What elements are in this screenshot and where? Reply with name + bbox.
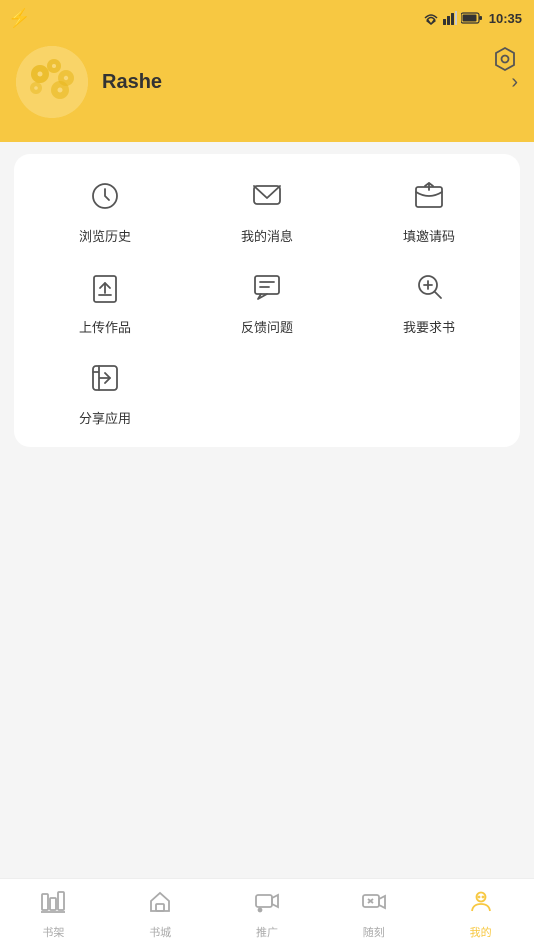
hexagon-settings-icon (492, 46, 518, 72)
battery-icon (461, 12, 483, 24)
menu-label-browse-history: 浏览历史 (79, 226, 131, 245)
bolt-icon: ⚡ (8, 8, 30, 29)
upload-icon (83, 265, 127, 309)
content-card: 浏览历史 我的消息 填邀请码 (14, 154, 520, 447)
menu-item-invite-code[interactable]: 填邀请码 (348, 174, 510, 245)
promote-nav-icon (254, 890, 280, 920)
message-icon (245, 174, 289, 218)
status-right: 10:35 (423, 11, 522, 26)
nav-item-bookshelf[interactable]: 书架 (0, 890, 107, 940)
menu-item-browse-history[interactable]: 浏览历史 (24, 174, 186, 245)
menu-item-messages[interactable]: 我的消息 (186, 174, 348, 245)
menu-item-request-book[interactable]: 我要求书 (348, 265, 510, 336)
signal-icon (443, 11, 457, 25)
nav-item-promote[interactable]: 推广 (214, 890, 321, 940)
menu-label-upload: 上传作品 (79, 317, 131, 336)
wifi-icon (423, 11, 439, 25)
username[interactable]: Rashe (102, 71, 162, 94)
nav-item-mine[interactable]: 我的 (427, 890, 534, 940)
menu-label-invite-code: 填邀请码 (403, 226, 455, 245)
status-bar: ⚡ 10:35 (0, 0, 534, 36)
bottom-nav: 书架 书城 推广 (0, 878, 534, 950)
avatar-illustration (16, 46, 88, 118)
nav-label-bookshelf: 书架 (42, 924, 64, 940)
feedback-icon (245, 265, 289, 309)
settings-icon[interactable] (492, 46, 518, 78)
menu-label-messages: 我的消息 (241, 226, 293, 245)
nav-item-bookstore[interactable]: 书城 (107, 890, 214, 940)
menu-item-feedback[interactable]: 反馈问题 (186, 265, 348, 336)
menu-label-share: 分享应用 (79, 408, 131, 427)
nav-label-bookstore: 书城 (149, 924, 171, 940)
nav-label-moments: 随刻 (363, 924, 385, 940)
header-left[interactable]: Rashe (16, 46, 162, 118)
nav-label-mine: 我的 (470, 924, 492, 940)
menu-grid: 浏览历史 我的消息 填邀请码 (24, 174, 510, 427)
nav-label-promote: 推广 (256, 924, 278, 940)
header: Rashe › (0, 36, 534, 142)
search-book-icon (407, 265, 451, 309)
nav-item-moments[interactable]: 随刻 (320, 890, 427, 940)
home-nav-icon (148, 890, 172, 920)
status-left: ⚡ (8, 8, 30, 29)
share-icon (83, 356, 127, 400)
menu-item-upload[interactable]: 上传作品 (24, 265, 186, 336)
menu-item-share[interactable]: 分享应用 (24, 356, 186, 427)
mine-nav-icon (469, 890, 493, 920)
moments-nav-icon (361, 890, 387, 920)
envelope-icon (407, 174, 451, 218)
status-icons (423, 11, 483, 25)
avatar[interactable] (16, 46, 88, 118)
menu-label-request-book: 我要求书 (403, 317, 455, 336)
menu-label-feedback: 反馈问题 (241, 317, 293, 336)
clock-icon (83, 174, 127, 218)
time-display: 10:35 (489, 11, 522, 26)
bookshelf-nav-icon (40, 890, 66, 920)
